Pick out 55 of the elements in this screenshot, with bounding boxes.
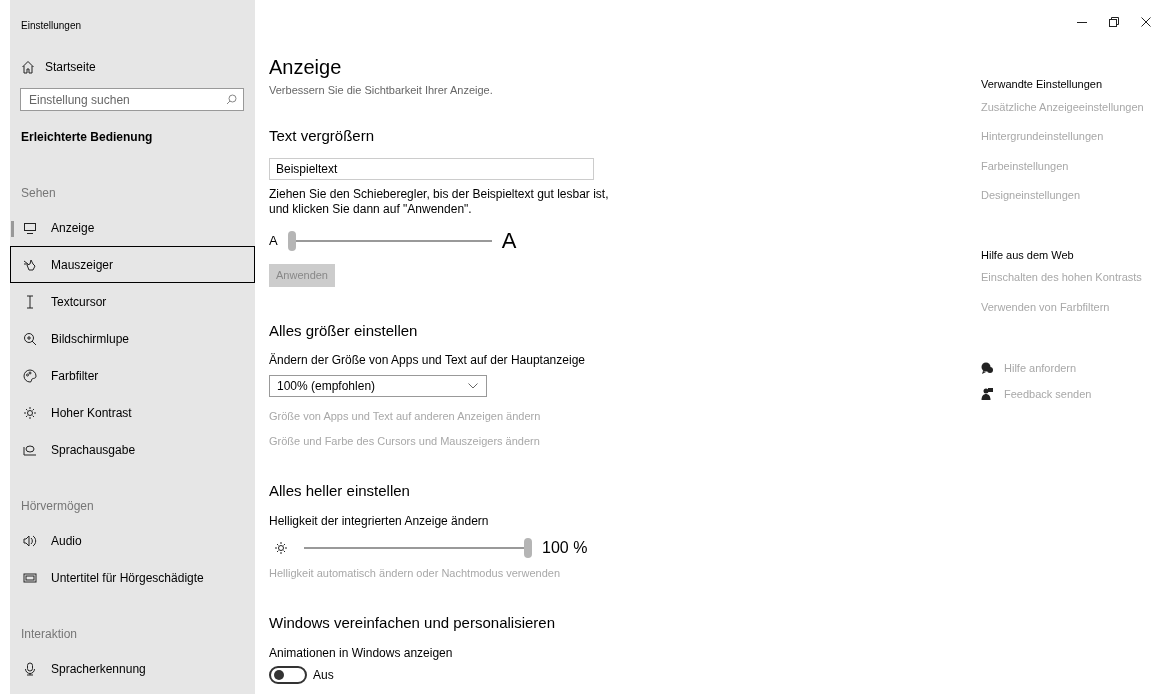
window-title: Einstellungen xyxy=(20,19,83,33)
search-field[interactable]: Einstellung suchen xyxy=(20,88,244,111)
restore-icon[interactable] xyxy=(1109,17,1119,27)
close-icon[interactable] xyxy=(1141,17,1151,27)
large-letter-label: A xyxy=(501,230,517,252)
group-heading: Interaktion xyxy=(20,626,79,643)
pointer-hand-icon xyxy=(23,257,37,272)
page-title: Anzeige xyxy=(269,55,343,80)
feedback-person-icon xyxy=(981,387,993,400)
scale-dropdown[interactable]: 100% (empfohlen) xyxy=(269,375,487,397)
sun-icon xyxy=(23,405,37,420)
sidebar-item[interactable]: Spracherkennung xyxy=(10,650,255,687)
brightness-reading: 100 % xyxy=(542,537,588,558)
setting-label: Helligkeit der integrierten Anzeige ändern xyxy=(269,513,490,529)
category-title: Erleichterte Bedienung xyxy=(20,129,154,146)
page-subtitle: Verbessern Sie die Sichtbarkeit Ihrer Anzeige. xyxy=(269,83,494,98)
search-icon xyxy=(226,94,237,105)
section-heading: Windows vereinfachen und personalisieren xyxy=(269,613,556,633)
toggle-state: Aus xyxy=(313,666,334,684)
setting-label: Ziehen Sie den Schieberegler, bis der Beispieltext gut lesbar ist, und klicken Sie dann auf "Anwenden". xyxy=(269,187,609,217)
section-heading: Alles heller einstellen xyxy=(269,481,411,501)
aside-heading: Hilfe aus dem Web xyxy=(981,247,1075,263)
sample-text-field[interactable]: Beispieltext xyxy=(269,158,594,180)
sidebar-item[interactable]: Textcursor xyxy=(10,283,255,320)
sidebar-item[interactable]: Mauszeiger xyxy=(10,246,255,283)
sidebar-item[interactable]: Bildschirmlupe xyxy=(10,320,255,357)
palette-icon xyxy=(23,368,37,383)
sidebar-item[interactable]: Audio xyxy=(10,522,255,559)
sidebar-item[interactable]: Untertitel für Hörgeschädigte xyxy=(10,559,255,596)
small-letter-label: A xyxy=(269,232,278,251)
magnifier-plus-icon xyxy=(23,331,37,346)
captions-icon xyxy=(23,570,37,585)
slider-thumb[interactable] xyxy=(524,537,532,558)
sidebar-item[interactable]: Sprachausgabe xyxy=(10,431,255,468)
setting-label: Ändern der Größe von Apps und Text auf der Hauptanzeige xyxy=(269,353,586,368)
setting-label: Animationen in Windows anzeigen xyxy=(269,645,454,661)
chevron-down-icon xyxy=(468,383,478,389)
slider-thumb[interactable] xyxy=(287,231,296,251)
sidebar-item[interactable]: Anzeige xyxy=(10,209,255,246)
group-heading: Hörvermögen xyxy=(20,498,95,515)
microphone-icon xyxy=(23,661,37,676)
section-heading: Text vergrößern xyxy=(269,125,376,146)
help-chat-icon xyxy=(981,362,993,375)
speech-screen-icon xyxy=(23,442,37,457)
aside-heading: Verwandte Einstellungen xyxy=(981,77,1104,92)
sun-icon xyxy=(274,540,288,555)
toggle-switch[interactable] xyxy=(269,665,307,684)
sidebar-item[interactable]: Hoher Kontrast xyxy=(10,394,255,431)
monitor-icon xyxy=(23,220,37,235)
home-link[interactable]: Startseite xyxy=(10,48,255,86)
group-heading: Sehen xyxy=(20,185,57,202)
sidebar-item[interactable]: Farbfilter xyxy=(10,357,255,394)
section-heading: Alles größer einstellen xyxy=(269,320,419,341)
speaker-icon xyxy=(23,533,37,548)
home-icon xyxy=(21,60,35,74)
